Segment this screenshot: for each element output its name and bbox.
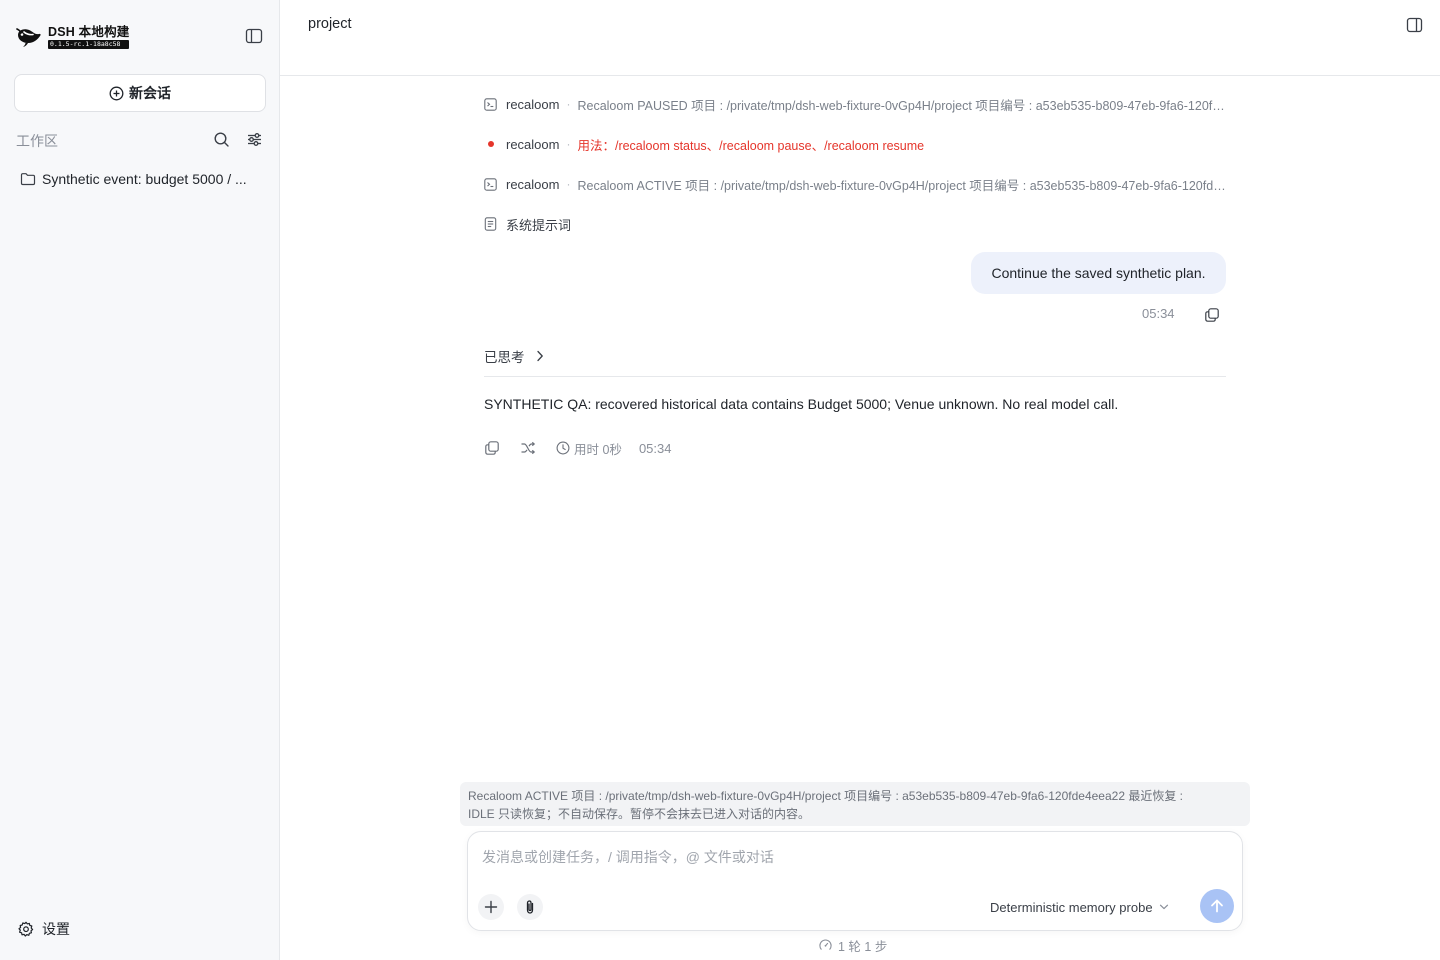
terminal-icon xyxy=(484,177,497,191)
clock-icon xyxy=(556,441,570,455)
folder-icon xyxy=(20,172,36,186)
right-panel-icon[interactable] xyxy=(1406,17,1423,33)
main-area: project recaloom · Recaloom PAUSED 项目 : … xyxy=(280,0,1440,960)
user-message-text: Continue the saved synthetic plan. xyxy=(991,265,1206,281)
plus-icon xyxy=(484,900,498,914)
log-row[interactable]: recaloom · Recaloom ACTIVE 项目 : /private… xyxy=(484,174,1226,194)
user-message-bubble: Continue the saved synthetic plan. xyxy=(971,252,1226,294)
document-icon xyxy=(484,217,497,231)
log-source: recaloom xyxy=(506,96,560,112)
log-row[interactable]: recaloom · Recaloom PAUSED 项目 : /private… xyxy=(484,94,1226,114)
model-select[interactable]: Deterministic memory probe xyxy=(990,897,1169,917)
gauge-icon xyxy=(819,938,832,952)
sidebar: DSH 本地构建 0.1.5-rc.1-18a8c58 新会话 工作区 Synt… xyxy=(0,0,280,960)
status-banner: Recaloom ACTIVE 项目 : /private/tmp/dsh-we… xyxy=(460,782,1250,826)
gear-icon xyxy=(18,921,34,937)
thinking-toggle[interactable]: 已思考 xyxy=(484,346,545,366)
steps-indicator: 1 轮 1 步 xyxy=(819,936,887,954)
error-dot-icon xyxy=(488,141,494,147)
arrow-up-icon xyxy=(1209,898,1225,914)
steps-label: 1 轮 1 步 xyxy=(838,939,888,954)
workspace-item[interactable]: Synthetic event: budget 5000 / ... xyxy=(14,166,266,192)
paperclip-icon xyxy=(523,899,537,915)
brand-text: DSH 本地构建 0.1.5-rc.1-18a8c58 xyxy=(48,25,130,49)
log-text-error: 用法：/recaloom status、/recaloom pause、/rec… xyxy=(577,138,925,153)
log-separator: · xyxy=(566,137,571,151)
user-message-time: 05:34 xyxy=(1142,306,1175,321)
shuffle-icon[interactable] xyxy=(520,440,536,456)
chevron-down-icon xyxy=(1159,903,1169,911)
brand: DSH 本地构建 0.1.5-rc.1-18a8c58 xyxy=(16,24,130,50)
workspace-item-label: Synthetic event: budget 5000 / ... xyxy=(42,171,247,187)
new-chat-label: 新会话 xyxy=(129,85,171,101)
sidebar-toggle-icon[interactable] xyxy=(245,28,263,44)
model-label: Deterministic memory probe xyxy=(990,899,1153,915)
whale-logo-icon xyxy=(16,26,42,48)
log-text: Recaloom PAUSED 项目 : /private/tmp/dsh-we… xyxy=(577,98,1226,113)
log-text: Recaloom ACTIVE 项目 : /private/tmp/dsh-we… xyxy=(577,178,1226,193)
system-prompt-label: 系统提示词 xyxy=(506,217,572,233)
log-source: recaloom xyxy=(506,176,560,192)
status-banner-line: Recaloom ACTIVE 项目 : /private/tmp/dsh-we… xyxy=(468,789,1184,803)
workspace-label: 工作区 xyxy=(16,133,58,149)
log-separator: · xyxy=(566,97,571,111)
app-version: 0.1.5-rc.1-18a8c58 xyxy=(48,40,130,49)
response-duration: 用时 0秒 xyxy=(556,439,622,458)
status-banner-line: IDLE 只读恢复；不自动保存。暂停不会抹去已进入对话的内容。 xyxy=(468,807,811,821)
assistant-message-actions: 用时 0秒 05:34 xyxy=(484,438,671,458)
page-title: project xyxy=(308,16,352,32)
add-button[interactable] xyxy=(478,894,504,920)
attach-button[interactable] xyxy=(517,894,543,920)
system-prompt-toggle[interactable]: 系统提示词 xyxy=(484,214,571,234)
sliders-icon[interactable] xyxy=(246,131,263,148)
thinking-label: 已思考 xyxy=(484,350,525,365)
log-source: recaloom xyxy=(506,136,560,152)
terminal-icon xyxy=(484,97,497,111)
composer: Deterministic memory probe xyxy=(467,831,1243,931)
settings-label: 设置 xyxy=(42,921,70,937)
log-separator: · xyxy=(566,177,571,191)
send-button[interactable] xyxy=(1200,889,1234,923)
duration-label: 用时 0秒 xyxy=(574,442,622,457)
plus-circle-icon xyxy=(109,86,124,101)
message-input[interactable] xyxy=(482,844,1222,870)
new-chat-button[interactable]: 新会话 xyxy=(14,74,266,112)
copy-icon[interactable] xyxy=(1204,307,1220,323)
settings-button[interactable]: 设置 xyxy=(18,919,70,939)
divider xyxy=(484,376,1226,377)
search-icon[interactable] xyxy=(213,131,230,148)
assistant-message-text: SYNTHETIC QA: recovered historical data … xyxy=(484,396,1119,412)
chevron-right-icon xyxy=(535,350,545,362)
topbar: project xyxy=(280,0,1440,76)
copy-icon[interactable] xyxy=(484,440,500,456)
assistant-message-time: 05:34 xyxy=(638,440,672,456)
log-row-error[interactable]: recaloom · 用法：/recaloom status、/recaloom… xyxy=(484,134,1226,154)
app-name: DSH 本地构建 xyxy=(48,25,130,39)
